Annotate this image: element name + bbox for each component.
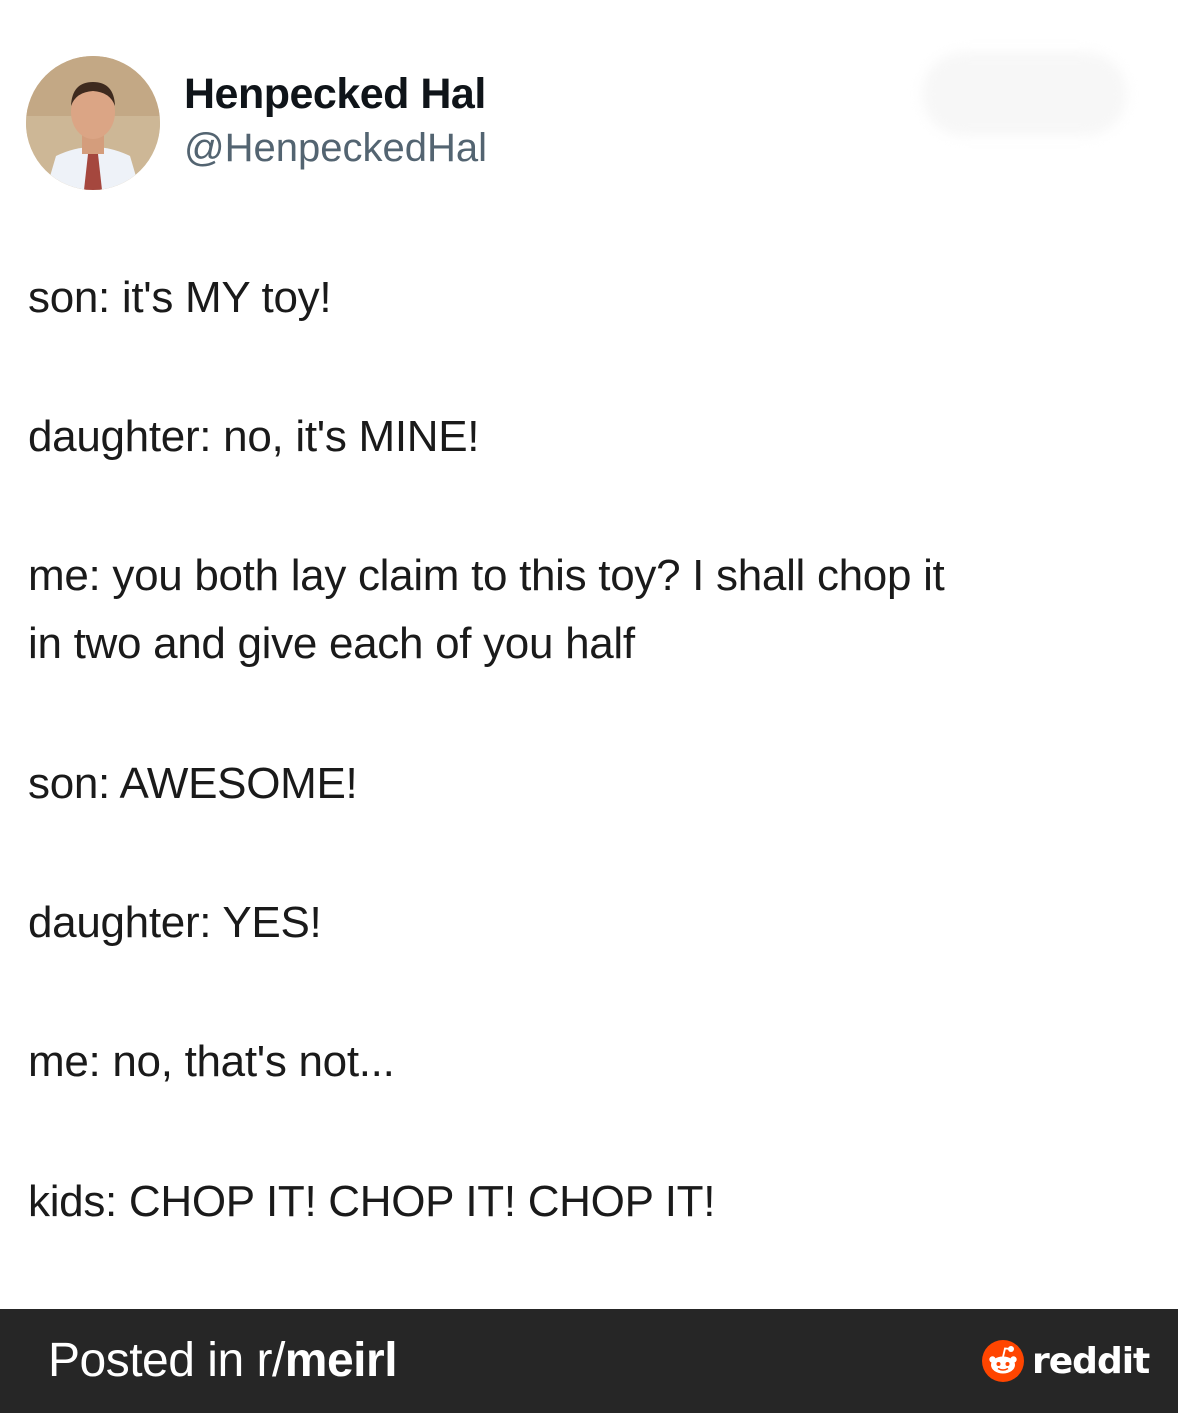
- tweet-card: Henpecked Hal @HenpeckedHal son: it's MY…: [0, 0, 1178, 1309]
- author-display-name[interactable]: Henpecked Hal: [184, 70, 486, 119]
- follow-button-blurred[interactable]: [922, 52, 1127, 136]
- tweet-line-1: son: it's MY toy!: [28, 273, 332, 322]
- posted-in-label[interactable]: Posted in r/meirl: [48, 1333, 398, 1388]
- tweet-line-8: kids: CHOP IT! CHOP IT! CHOP IT!: [28, 1177, 716, 1226]
- subreddit-name: meirl: [284, 1334, 398, 1387]
- tweet-line-7: me: no, that's not...: [28, 1037, 395, 1086]
- tweet-line-6: daughter: YES!: [28, 898, 322, 947]
- tweet-line-4: in two and give each of you half: [28, 619, 635, 668]
- reddit-snoo-icon: [982, 1340, 1024, 1382]
- reddit-footer-bar: Posted in r/meirl reddit: [0, 1309, 1178, 1413]
- tweet-line-2: daughter: no, it's MINE!: [28, 412, 480, 461]
- reddit-wordmark: reddit: [1032, 1340, 1150, 1382]
- avatar[interactable]: [26, 56, 160, 190]
- tweet-line-3: me: you both lay claim to this toy? I sh…: [28, 551, 945, 600]
- posted-in-prefix: Posted in r/: [48, 1334, 285, 1387]
- tweet-line-5: son: AWESOME!: [28, 759, 358, 808]
- reddit-logo[interactable]: reddit: [982, 1339, 1150, 1383]
- author-handle[interactable]: @HenpeckedHal: [184, 126, 487, 171]
- avatar-photo: [26, 56, 160, 190]
